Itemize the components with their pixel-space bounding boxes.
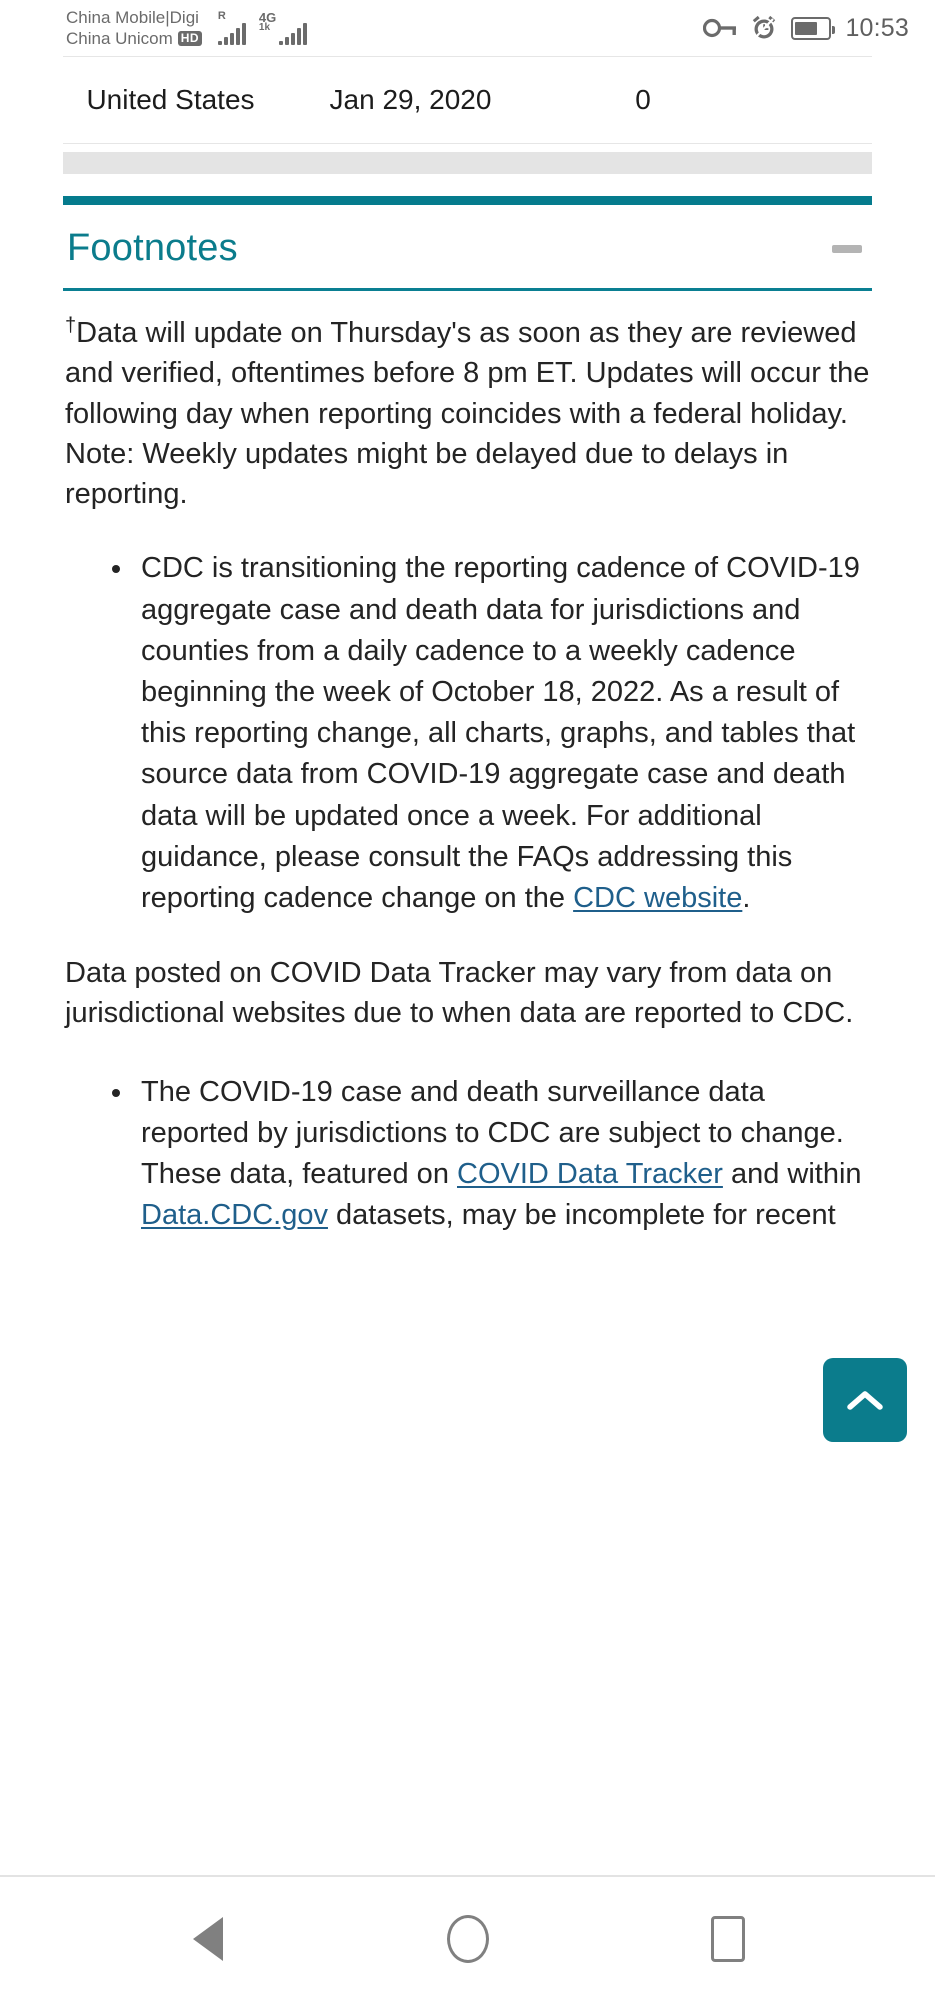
minus-icon[interactable]: [832, 244, 862, 253]
table-cell-date: Jan 29, 2020: [329, 84, 492, 116]
footnote-list-2: The COVID-19 case and death surveillance…: [63, 1072, 872, 1237]
webview-content: United States Jan 29, 2020 0 Footnotes †…: [0, 56, 935, 1877]
battery-icon: [791, 16, 836, 40]
signal-bars-sim2: [278, 23, 307, 45]
carrier-line-2: China Unicom HD: [66, 28, 202, 49]
table-horizontal-scrollbar[interactable]: [63, 152, 872, 174]
table-cell-value: 0: [635, 84, 651, 116]
bullet1-text-part2: .: [742, 881, 751, 914]
carrier-name-secondary: China Unicom: [66, 29, 173, 48]
footnote-paragraph-2: Data posted on COVID Data Tracker may va…: [65, 957, 854, 1030]
footnotes-accordion-header[interactable]: Footnotes: [63, 205, 872, 291]
table-cell-location: United States: [86, 84, 255, 116]
footnotes-accordion: Footnotes †Data will update on Thursday'…: [63, 196, 872, 1236]
cdc-website-link[interactable]: CDC website: [573, 882, 742, 914]
footnote-paragraph-1-text: Data will update on Thursday's as soon a…: [65, 317, 870, 511]
footnote-paragraph-1: †Data will update on Thursday's as soon …: [63, 313, 872, 514]
alarm-icon: [753, 15, 776, 39]
carrier-name-primary: China Mobile|Digi: [66, 7, 199, 27]
signal-strength-sim2-icon: 4G 1k: [259, 11, 307, 45]
table-row: United States Jan 29, 2020 0: [63, 56, 872, 144]
clock: 10:53: [845, 13, 909, 42]
page-title: Footnotes: [67, 227, 238, 269]
scroll-to-top-button[interactable]: [823, 1358, 907, 1442]
key-icon: [703, 18, 737, 38]
bullet1-text-part1: CDC is transitioning the reporting caden…: [141, 552, 860, 914]
chevron-up-icon: [847, 1391, 883, 1410]
bullet2-text-part2: datasets, may be incomplete for recent: [327, 1199, 836, 1232]
footnote-list-1: CDC is transitioning the reporting caden…: [63, 548, 872, 919]
home-icon: [446, 1914, 489, 1963]
network-type-label-secondary: 1k: [258, 22, 271, 33]
battery-level-fill: [795, 21, 818, 35]
back-button[interactable]: [173, 1904, 243, 1974]
list-item: CDC is transitioning the reporting caden…: [135, 548, 872, 919]
android-navigation-bar: [0, 1877, 935, 2000]
data-cdc-gov-link[interactable]: Data.CDC.gov: [141, 1199, 328, 1231]
signal-strength-sim1-icon: R: [217, 10, 246, 45]
carrier-line-1: China Mobile|Digi: [66, 7, 202, 28]
home-button[interactable]: [433, 1904, 503, 1974]
recents-button[interactable]: [693, 1904, 763, 1974]
status-bar-right: 10:53: [703, 14, 909, 43]
covid-data-tracker-link[interactable]: COVID Data Tracker: [457, 1158, 723, 1190]
back-icon: [192, 1916, 223, 1961]
bullet2-text-middle: and within: [722, 1157, 862, 1190]
list-item: The COVID-19 case and death surveillance…: [135, 1072, 872, 1237]
carrier-info: China Mobile|Digi China Unicom HD: [66, 7, 202, 50]
recents-icon: [710, 1915, 745, 1962]
status-bar: China Mobile|Digi China Unicom HD R 4G 1…: [0, 0, 935, 56]
accordion-top-rule: [63, 196, 872, 205]
signal-indicators: R 4G 1k: [217, 10, 307, 45]
hd-badge: HD: [177, 30, 202, 47]
roaming-label: R: [217, 10, 226, 22]
data-table: United States Jan 29, 2020 0: [0, 56, 935, 144]
signal-bars-sim1: [217, 23, 246, 45]
dagger-symbol: †: [65, 314, 77, 337]
